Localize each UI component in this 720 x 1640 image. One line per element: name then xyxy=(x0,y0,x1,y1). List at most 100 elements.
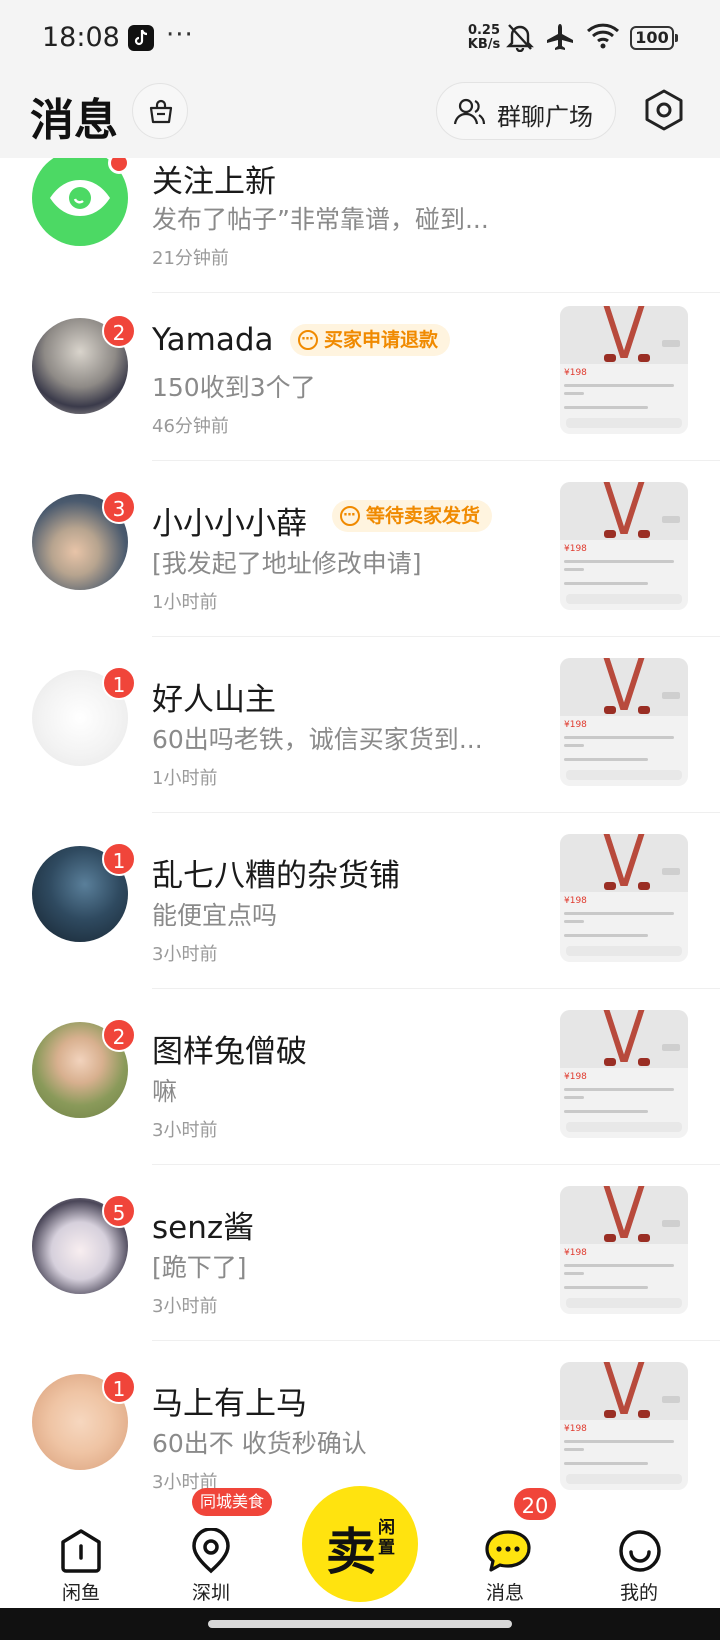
divider xyxy=(152,292,720,293)
message-item-haoren[interactable]: 1 好人山主 60出吗老铁，诚信买家货到... 1小时前 ¥198 xyxy=(0,658,720,844)
product-price: ¥198 xyxy=(564,368,587,378)
divider xyxy=(152,636,720,637)
tab-messages-label: 消息 xyxy=(485,1582,524,1604)
unread-count-badge: 3 xyxy=(102,490,136,524)
tab-city-label: 深圳 xyxy=(191,1582,230,1604)
group-chat-square-button[interactable]: 群聊广场 xyxy=(436,82,616,140)
message-item-tuyang[interactable]: 2 图样兔僧破 嘛 3小时前 ¥198 xyxy=(0,1010,720,1196)
mute-bell-icon xyxy=(506,24,534,52)
contact-name: 小小小小薛 xyxy=(152,506,307,542)
message-preview: 60出吗老铁，诚信买家货到... xyxy=(152,725,483,754)
message-item-xue[interactable]: 3 小小小小薛 等待卖家发货 [我发起了地址修改申请] 1小时前 ¥198 xyxy=(0,482,720,668)
product-thumbnail[interactable]: ¥198 xyxy=(560,482,688,610)
product-price: ¥198 xyxy=(564,896,587,906)
sell-main-label: 卖 xyxy=(326,1522,376,1581)
message-time: 1小时前 xyxy=(152,592,218,613)
unread-count-badge: 1 xyxy=(102,842,136,876)
message-preview: [跪下了] xyxy=(152,1253,247,1282)
contact-name: Yamada xyxy=(152,322,274,358)
settings-hexagon-icon xyxy=(645,89,683,131)
tab-city[interactable]: 深圳 xyxy=(156,1508,266,1608)
gesture-bar xyxy=(0,1608,720,1640)
sell-idle-button[interactable]: 卖 闲置 xyxy=(302,1486,418,1602)
product-price: ¥198 xyxy=(564,1072,587,1082)
contact-name: 马上有上马 xyxy=(152,1386,307,1422)
divider xyxy=(152,988,720,989)
group-chat-label: 群聊广场 xyxy=(497,103,593,131)
message-item-grocery[interactable]: 1 乱七八糟的杂货铺 能便宜点吗 3小时前 ¥198 xyxy=(0,834,720,1020)
tab-home-label: 闲鱼 xyxy=(61,1582,100,1604)
smiley-face-icon xyxy=(619,1530,661,1572)
unread-count-badge: 2 xyxy=(102,1018,136,1052)
page-title: 消息 xyxy=(30,95,118,146)
product-price: ¥198 xyxy=(564,720,587,730)
product-thumbnail[interactable]: ¥198 xyxy=(560,1362,688,1490)
product-price: ¥198 xyxy=(564,1248,587,1258)
message-time: 1小时前 xyxy=(152,768,218,789)
product-thumbnail[interactable]: ¥198 xyxy=(560,306,688,434)
contact-name: 关注上新 xyxy=(152,164,276,200)
message-preview: 发布了帖子”非常靠谱，碰到... xyxy=(152,205,489,234)
chat-bubble-icon xyxy=(485,1530,531,1572)
header: 消息 群聊广场 xyxy=(0,78,720,158)
messages-count-badge: 20 xyxy=(512,1486,558,1522)
more-notifications-icon: ··· xyxy=(166,20,194,50)
divider xyxy=(152,1164,720,1165)
message-time: 3小时前 xyxy=(152,944,218,965)
unread-count-badge: 2 xyxy=(102,314,136,348)
tab-messages[interactable]: 消息 xyxy=(450,1508,560,1608)
message-time: 21分钟前 xyxy=(152,248,229,269)
sell-sub-label: 闲置 xyxy=(378,1518,395,1558)
message-item-follow-updates[interactable]: 关注上新 发布了帖子”非常靠谱，碰到... 21分钟前 xyxy=(0,158,720,316)
product-thumbnail[interactable]: ¥198 xyxy=(560,834,688,962)
wifi-icon xyxy=(586,23,620,49)
chat-bubble-icon xyxy=(340,500,360,532)
message-time: 3小时前 xyxy=(152,1120,218,1141)
battery-indicator: 100 xyxy=(630,26,678,50)
message-preview: 60出不 收货秒确认 xyxy=(152,1429,367,1458)
status-bar: 18:08 ··· 0.25 KB/s 100 xyxy=(0,0,720,78)
divider xyxy=(152,812,720,813)
message-time: 3小时前 xyxy=(152,1296,218,1317)
contact-name: 乱七八糟的杂货铺 xyxy=(152,858,400,894)
order-status-tag: 买家申请退款 xyxy=(290,324,451,356)
home-indicator[interactable] xyxy=(208,1620,512,1628)
product-thumbnail[interactable]: ¥198 xyxy=(560,1186,688,1314)
message-preview: 能便宜点吗 xyxy=(152,901,278,930)
location-pin-icon xyxy=(192,1528,230,1574)
message-item-senz[interactable]: 5 senz酱 [跪下了] 3小时前 ¥198 xyxy=(0,1186,720,1372)
tab-me[interactable]: 我的 xyxy=(584,1508,694,1608)
contact-name: 图样兔僧破 xyxy=(152,1034,307,1070)
order-status-tag: 等待卖家发货 xyxy=(332,500,493,532)
unread-count-badge: 1 xyxy=(102,1370,136,1404)
settings-button[interactable] xyxy=(642,88,686,132)
message-preview: [我发起了地址修改申请] xyxy=(152,549,422,578)
shopping-bag-button[interactable] xyxy=(132,83,188,139)
shopping-bag-icon xyxy=(149,99,173,124)
message-preview: 嘛 xyxy=(152,1077,178,1106)
bottom-tab-bar: 闲鱼 深圳 同城美食 卖 闲置 消息 20 我的 xyxy=(0,1486,720,1608)
message-list[interactable]: 关注上新 发布了帖子”非常靠谱，碰到... 21分钟前 2 Yamada 买家申… xyxy=(0,158,720,1508)
home-fish-icon xyxy=(61,1529,101,1573)
people-icon xyxy=(453,98,486,125)
contact-name: 好人山主 xyxy=(152,682,276,718)
airplane-icon xyxy=(547,24,573,50)
chat-bubble-icon xyxy=(298,324,318,356)
contact-name: senz酱 xyxy=(152,1210,255,1246)
unread-dot xyxy=(108,158,130,174)
tab-me-label: 我的 xyxy=(619,1582,658,1604)
net-speed: 0.25 KB/s xyxy=(467,23,501,52)
message-item-yamada[interactable]: 2 Yamada 买家申请退款 150收到3个了 46分钟前 ¥198 xyxy=(0,306,720,492)
status-time: 18:08 xyxy=(42,22,120,53)
product-thumbnail[interactable]: ¥198 xyxy=(560,658,688,786)
message-preview: 150收到3个了 xyxy=(152,373,316,402)
tiktok-icon xyxy=(128,25,154,51)
product-price: ¥198 xyxy=(564,1424,587,1434)
message-time: 46分钟前 xyxy=(152,416,229,437)
product-thumbnail[interactable]: ¥198 xyxy=(560,1010,688,1138)
divider xyxy=(152,460,720,461)
divider xyxy=(152,1340,720,1341)
product-price: ¥198 xyxy=(564,544,587,554)
unread-count-badge: 1 xyxy=(102,666,136,700)
tab-home[interactable]: 闲鱼 xyxy=(26,1508,136,1608)
